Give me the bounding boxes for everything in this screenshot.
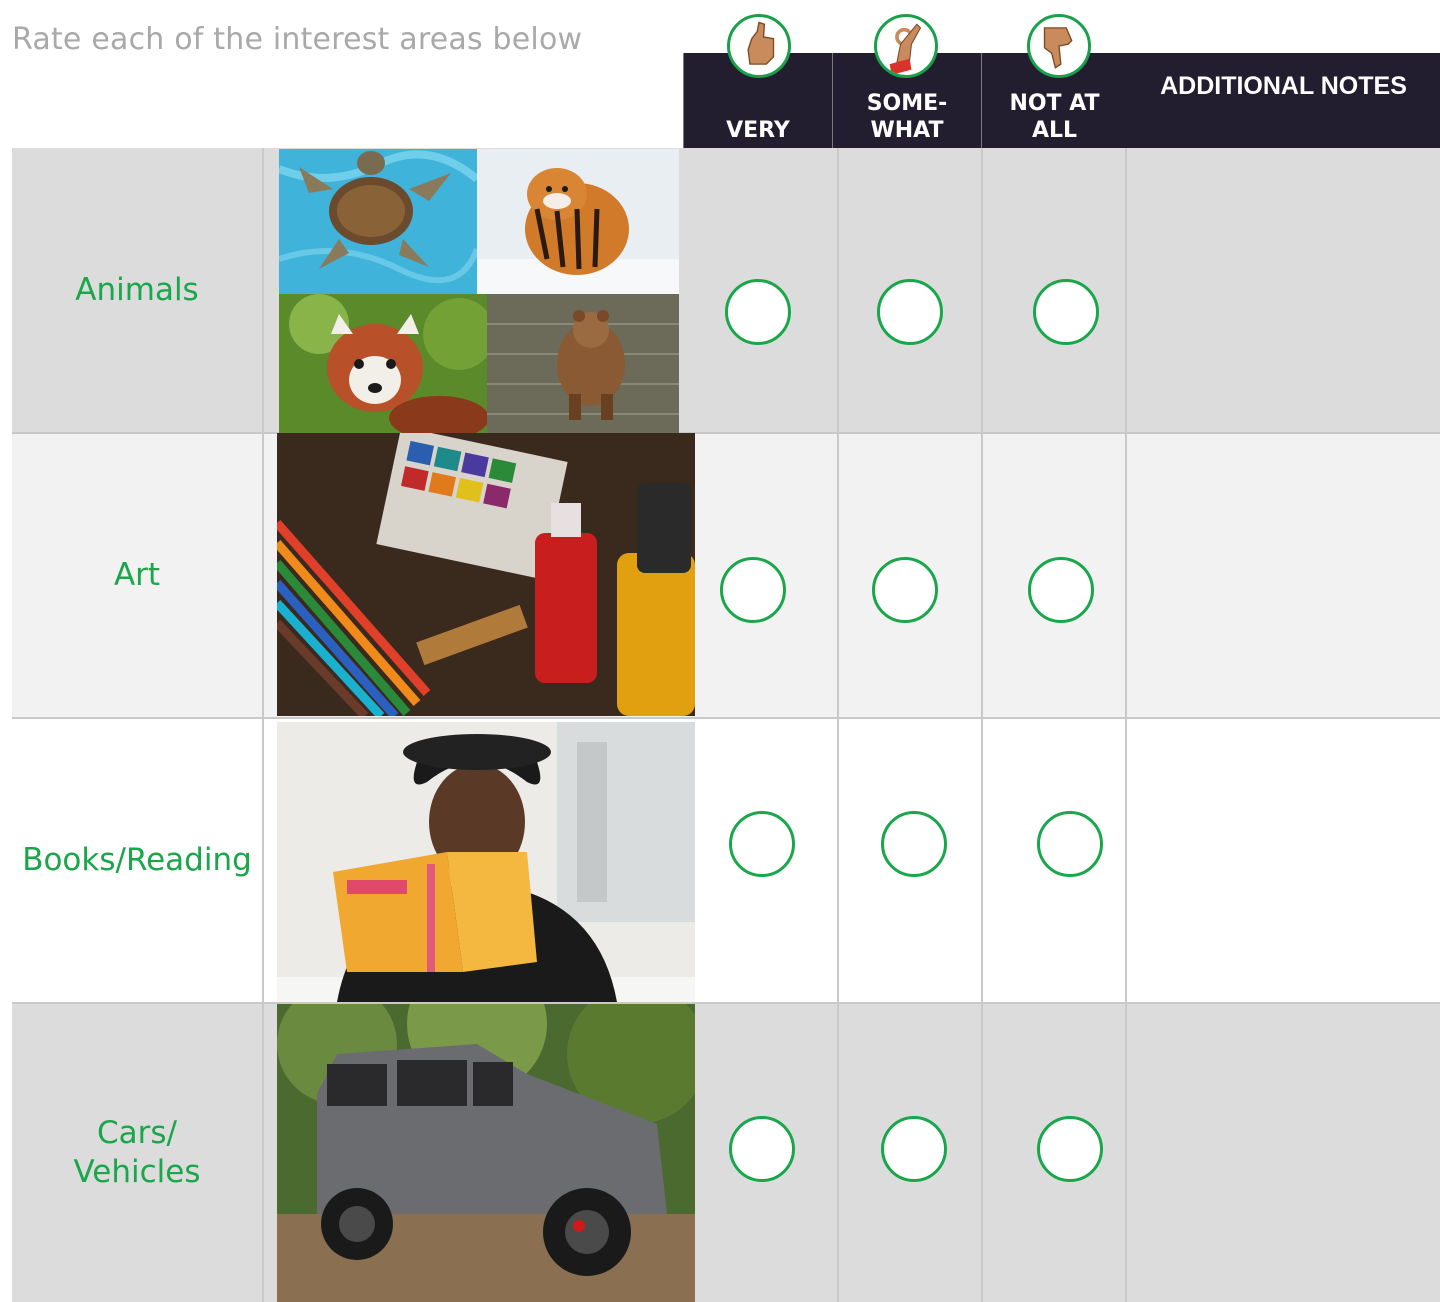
row-divider: [12, 432, 1440, 434]
notes-cell[interactable]: [1127, 433, 1440, 718]
bear-image: [487, 294, 679, 433]
column-header-label: ADDITIONAL NOTES: [1160, 72, 1407, 100]
column-header-label: SOME- WHAT: [866, 91, 948, 143]
rating-radio-animals-somewhat[interactable]: [877, 279, 943, 345]
woman-reading-book-image: [277, 722, 695, 1002]
notes-cell[interactable]: [1127, 148, 1440, 433]
red-panda-image: [279, 294, 487, 433]
thumbs-down-icon: [1027, 14, 1091, 78]
interest-label-cars-vehicles: Cars/ Vehicles: [73, 1114, 201, 1190]
art-supplies-image: [277, 433, 695, 716]
column-header-label: VERY: [726, 118, 790, 143]
rating-radio-art-not-at-all[interactable]: [1028, 557, 1094, 623]
ok-hand-icon: [874, 14, 938, 78]
rating-radio-books-reading-very[interactable]: [729, 811, 795, 877]
notes-cell[interactable]: [1127, 718, 1440, 1003]
rating-radio-books-reading-somewhat[interactable]: [881, 811, 947, 877]
interest-label-animals: Animals: [75, 272, 199, 308]
rating-radio-animals-not-at-all[interactable]: [1033, 279, 1099, 345]
instruction-text: Rate each of the interest areas below: [12, 22, 583, 57]
notes-cell[interactable]: [1127, 1003, 1440, 1302]
rating-radio-animals-very[interactable]: [725, 279, 791, 345]
rating-radio-cars-vehicles-very[interactable]: [729, 1116, 795, 1182]
grey-suv-image: [277, 1004, 695, 1302]
column-header-label: NOT AT ALL: [1009, 91, 1100, 143]
row-divider: [12, 717, 1440, 719]
tiger-image: [477, 149, 679, 294]
rating-radio-cars-vehicles-somewhat[interactable]: [881, 1116, 947, 1182]
rating-radio-art-somewhat[interactable]: [872, 557, 938, 623]
rating-radio-art-very[interactable]: [720, 557, 786, 623]
rating-radio-books-reading-not-at-all[interactable]: [1037, 811, 1103, 877]
interest-label-art: Art: [113, 557, 161, 593]
column-header-additional-notes: ADDITIONAL NOTES: [1127, 53, 1440, 148]
thumbs-up-icon: [727, 14, 791, 78]
sea-turtle-image: [279, 149, 477, 294]
row-divider: [12, 1002, 1440, 1004]
rating-radio-cars-vehicles-not-at-all[interactable]: [1037, 1116, 1103, 1182]
interest-label-books-reading: Books/Reading: [22, 842, 252, 878]
